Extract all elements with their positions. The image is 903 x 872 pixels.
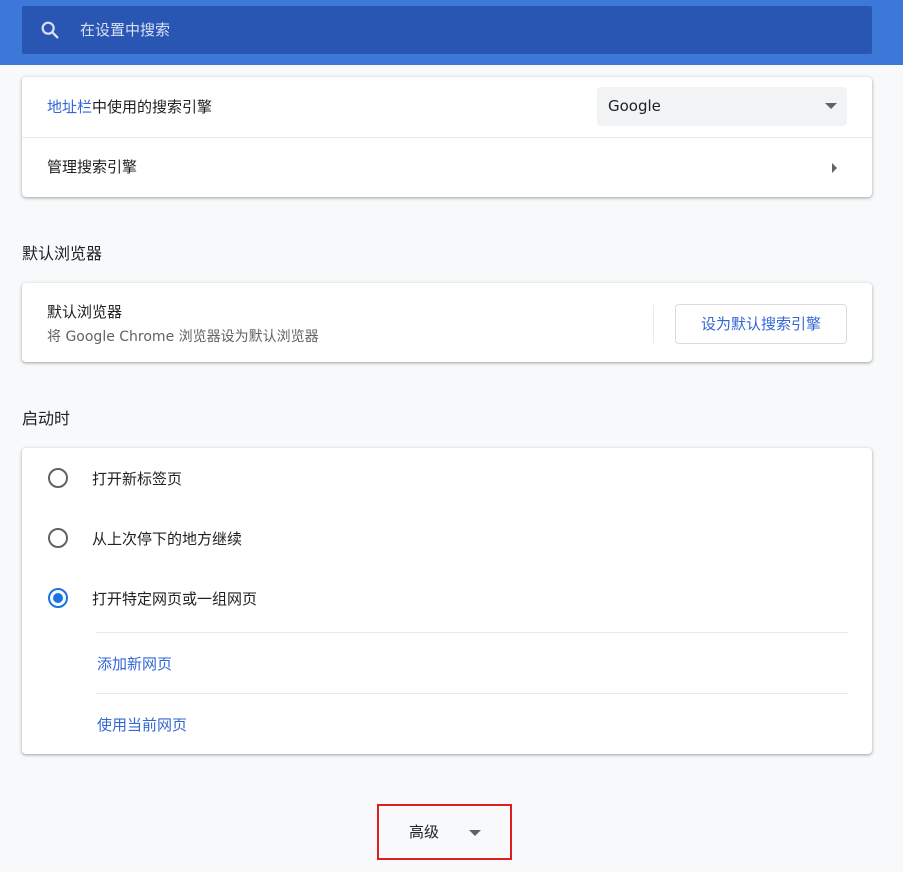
default-browser-card: 默认浏览器 将 Google Chrome 浏览器设为默认浏览器 设为默认搜索引…: [22, 283, 872, 362]
radio-new-tab-label[interactable]: 打开新标签页: [92, 468, 182, 489]
advanced-label: 高级: [409, 823, 440, 841]
add-new-page-link[interactable]: 添加新网页: [97, 653, 172, 674]
manage-search-engines-label: 管理搜索引擎: [47, 158, 138, 176]
make-default-button[interactable]: 设为默认搜索引擎: [675, 304, 847, 344]
search-engine-label: 地址栏中使用的搜索引擎: [47, 77, 212, 137]
search-engine-card: 地址栏中使用的搜索引擎 Google 管理搜索引擎: [22, 77, 872, 197]
radio-continue-label[interactable]: 从上次停下的地方继续: [92, 528, 242, 549]
search-icon: [41, 21, 59, 39]
radio-specific-pages[interactable]: [48, 588, 68, 608]
search-engine-select[interactable]: Google: [597, 87, 847, 126]
default-browser-title: 默认浏览器: [47, 303, 123, 321]
radio-new-tab[interactable]: [48, 468, 68, 488]
settings-header: 在设置中搜索: [0, 0, 903, 65]
search-input[interactable]: 在设置中搜索: [80, 6, 170, 54]
search-engine-selected-value: Google: [608, 97, 661, 115]
default-browser-section-title: 默认浏览器: [22, 244, 103, 263]
divider: [96, 632, 848, 633]
manage-search-engines-row[interactable]: 管理搜索引擎: [22, 138, 872, 197]
divider: [96, 693, 848, 694]
radio-specific-pages-label[interactable]: 打开特定网页或一组网页: [92, 588, 257, 609]
advanced-button[interactable]: 高级: [377, 804, 512, 860]
vertical-separator: [653, 305, 654, 343]
search-engine-row: 地址栏中使用的搜索引擎 Google: [22, 77, 872, 137]
settings-search-box[interactable]: 在设置中搜索: [22, 6, 872, 54]
startup-section-title: 启动时: [22, 409, 71, 428]
chevron-down-icon: [469, 830, 481, 836]
radio-continue[interactable]: [48, 528, 68, 548]
default-browser-subtitle: 将 Google Chrome 浏览器设为默认浏览器: [47, 329, 319, 345]
dropdown-arrow-icon: [825, 103, 837, 109]
address-bar-link[interactable]: 地址栏: [47, 98, 92, 116]
startup-card: 打开新标签页 从上次停下的地方继续 打开特定网页或一组网页 添加新网页 使用当前…: [22, 448, 872, 754]
search-engine-label-text: 中使用的搜索引擎: [92, 98, 213, 116]
chevron-right-icon: [832, 163, 837, 173]
use-current-pages-link[interactable]: 使用当前网页: [97, 714, 187, 735]
